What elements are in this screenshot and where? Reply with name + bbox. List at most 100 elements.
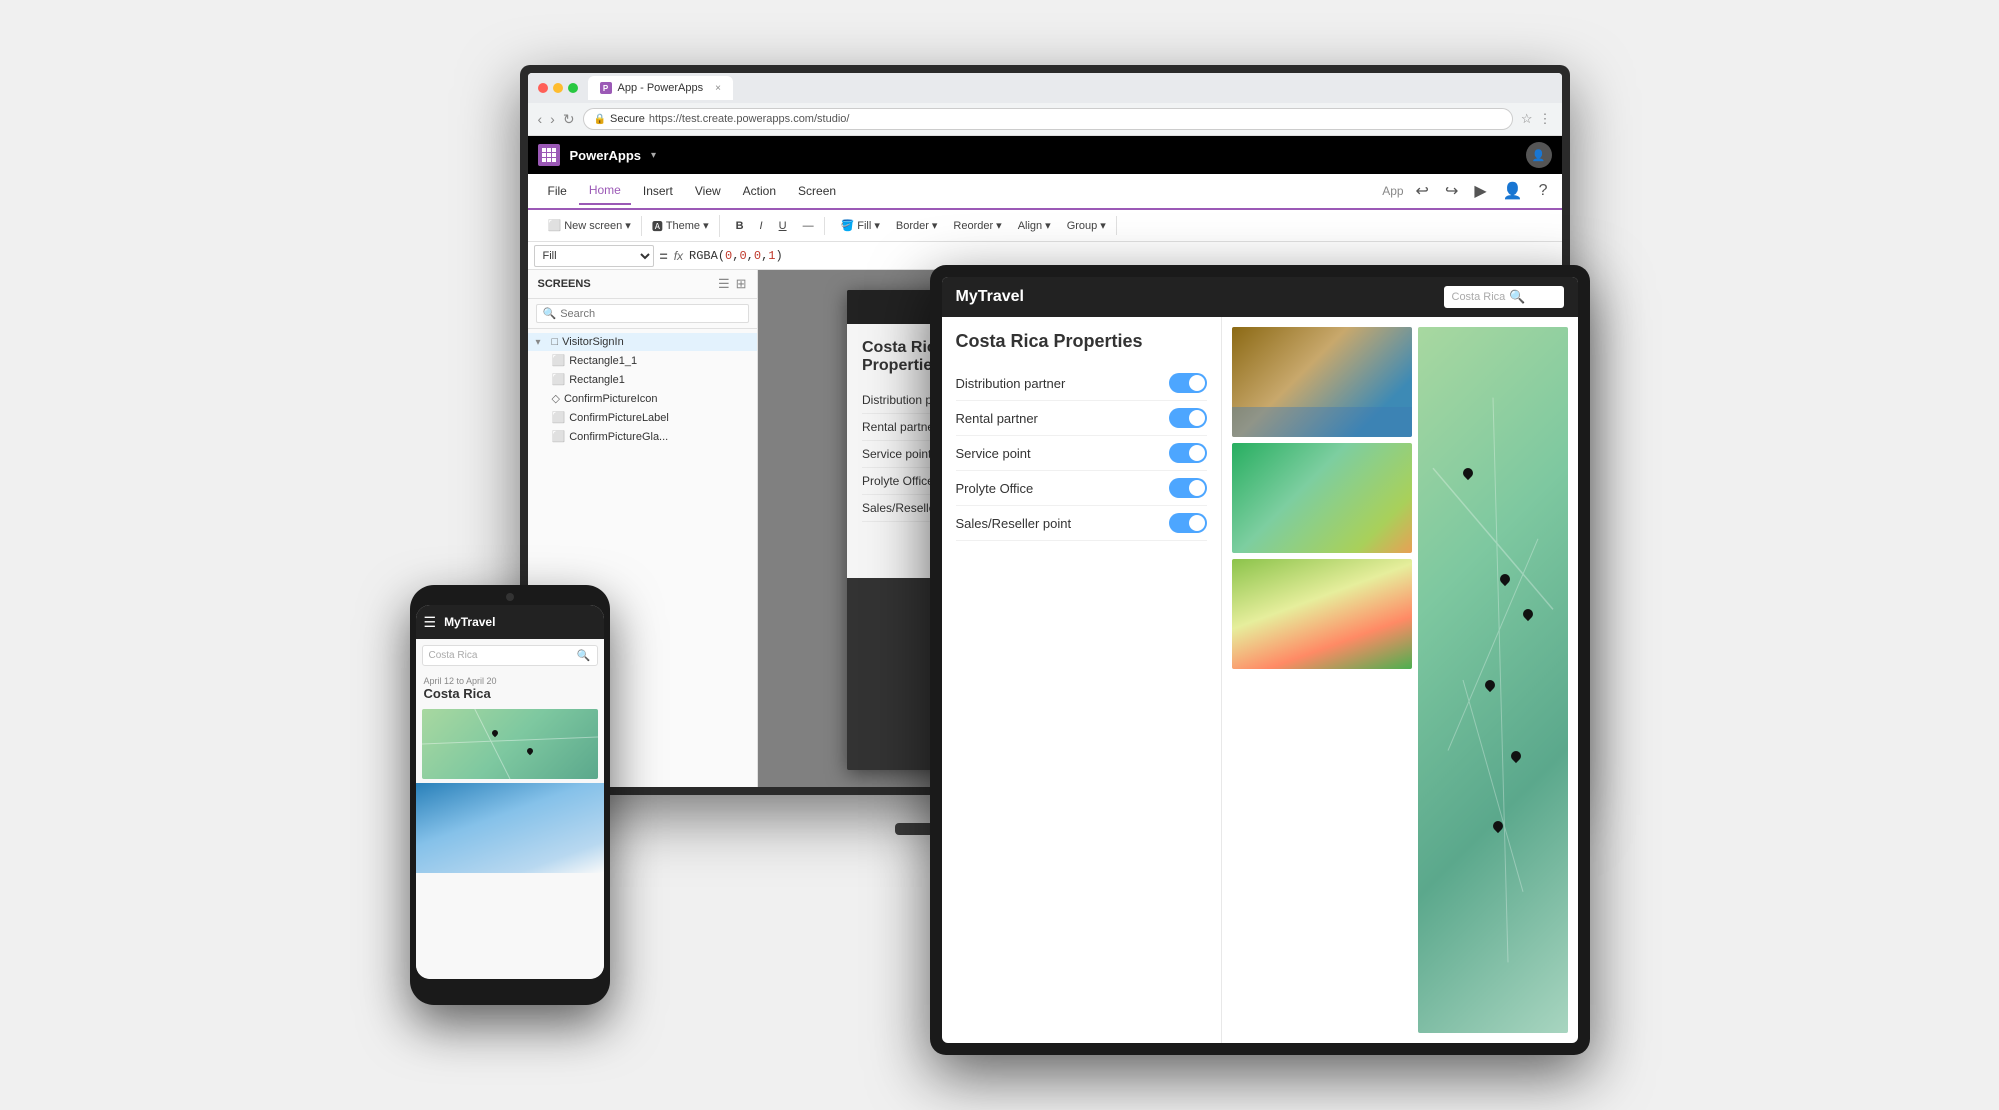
close-window-btn[interactable]: [538, 83, 548, 93]
menu-file[interactable]: File: [538, 178, 577, 204]
tablet-toggle-row-1: Rental partner: [956, 401, 1207, 436]
tree-label-rect1: Rectangle1_1: [569, 355, 637, 367]
grid-view-icon[interactable]: ⊞: [736, 276, 747, 292]
maximize-window-btn[interactable]: [568, 83, 578, 93]
tree-item-visitorsignin[interactable]: ▾ □ VisitorSignIn: [528, 333, 757, 351]
help-btn[interactable]: ?: [1535, 180, 1552, 202]
tablet-search-bar[interactable]: Costa Rica 🔍: [1444, 286, 1564, 308]
menu-view[interactable]: View: [685, 178, 731, 204]
undo-btn[interactable]: ↩: [1412, 179, 1433, 203]
browser-chrome: P App - PowerApps × ‹ › ↻ 🔒 Secure https…: [528, 73, 1562, 136]
tablet-section-title: Costa Rica Properties: [956, 331, 1207, 352]
tree-label-rect2: Rectangle1: [569, 374, 625, 386]
phone-search-placeholder: Costa Rica: [429, 650, 573, 661]
italic-label: I: [760, 220, 763, 232]
reorder-chevron: ▾: [996, 219, 1002, 232]
tree-item-confirmpicturegla[interactable]: ⬜ ConfirmPictureGla...: [528, 427, 757, 446]
tablet-toggle-3[interactable]: [1169, 478, 1207, 498]
tree-label-confirmpictureicon: ConfirmPictureIcon: [564, 393, 658, 405]
tree-item-rect1[interactable]: ⬜ Rectangle1_1: [528, 351, 757, 370]
menu-action[interactable]: Action: [733, 178, 786, 204]
phone-top-bar: ☰ MyTravel: [416, 605, 604, 639]
user-icon[interactable]: 👤: [1499, 179, 1527, 203]
user-avatar[interactable]: 👤: [1526, 142, 1552, 168]
search-wrap: 🔍: [536, 304, 749, 323]
list-view-icon[interactable]: ☰: [718, 276, 730, 292]
phone-camera: [506, 593, 514, 601]
more-icon[interactable]: ⋮: [1539, 111, 1552, 127]
fill-btn[interactable]: 🪣 Fill ▾: [835, 216, 886, 235]
tree-item-confirmpictureicon[interactable]: ◇ ConfirmPictureIcon: [528, 389, 757, 408]
align-chevron: ▾: [1045, 219, 1051, 232]
tree-screen-icon: □: [552, 336, 559, 348]
fill-chevron: ▾: [874, 219, 880, 232]
phone-date-section: April 12 to April 20 Costa Rica: [416, 672, 604, 705]
tablet-toggle-label-3: Prolyte Office: [956, 481, 1034, 496]
tab-title: App - PowerApps: [618, 82, 704, 94]
tablet-toggle-2[interactable]: [1169, 443, 1207, 463]
bookmark-icon[interactable]: ☆: [1521, 111, 1533, 127]
theme-chevron: ▾: [703, 219, 709, 232]
theme-icon: 🅰: [652, 218, 663, 234]
tree-item-rect2[interactable]: ⬜ Rectangle1: [528, 370, 757, 389]
tablet-toggle-4[interactable]: [1169, 513, 1207, 533]
menu-insert[interactable]: Insert: [633, 178, 683, 204]
play-btn[interactable]: ▶: [1470, 179, 1490, 203]
group-btn[interactable]: Group ▾: [1061, 216, 1112, 235]
tablet-toggle-row-2: Service point: [956, 436, 1207, 471]
tablet-toggle-0[interactable]: [1169, 373, 1207, 393]
tablet-toggle-row-3: Prolyte Office: [956, 471, 1207, 506]
tablet-toggle-row-0: Distribution partner: [956, 366, 1207, 401]
tree-gla-icon: ⬜: [552, 430, 566, 443]
tablet-screen: MyTravel Costa Rica 🔍 Costa Rica Propert…: [942, 277, 1578, 1043]
phone-screen: ☰ MyTravel Costa Rica 🔍 April 12 to Apri…: [416, 605, 604, 979]
phone-body: Costa Rica 🔍 April 12 to April 20 Costa …: [416, 639, 604, 979]
italic-btn[interactable]: I: [754, 217, 769, 235]
bold-btn[interactable]: B: [730, 217, 750, 235]
browser-tab[interactable]: P App - PowerApps ×: [588, 76, 733, 100]
tablet-img-room: [1232, 559, 1412, 669]
new-screen-btn[interactable]: ⬜ New screen ▾: [542, 216, 637, 235]
phone-search[interactable]: Costa Rica 🔍: [422, 645, 598, 666]
minimize-window-btn[interactable]: [553, 83, 563, 93]
tablet-toggle-1[interactable]: [1169, 408, 1207, 428]
strikethrough-btn[interactable]: —: [797, 217, 820, 235]
theme-btn[interactable]: 🅰 Theme ▾: [646, 215, 715, 237]
formula-field-select[interactable]: Fill: [534, 245, 654, 267]
tab-close-btn[interactable]: ×: [715, 83, 721, 94]
phone-menu-icon[interactable]: ☰: [424, 614, 437, 631]
menu-home[interactable]: Home: [579, 177, 631, 205]
new-screen-chevron: ▾: [625, 219, 631, 232]
search-input[interactable]: [560, 308, 741, 320]
underline-label: U: [779, 220, 787, 232]
back-btn[interactable]: ‹: [538, 111, 543, 127]
address-bar[interactable]: 🔒 Secure https://test.create.powerapps.c…: [583, 108, 1513, 130]
tablet-top-bar: MyTravel Costa Rica 🔍: [942, 277, 1578, 317]
menu-bar: File Home Insert View Action Screen App …: [528, 174, 1562, 210]
tablet-toggle-label-4: Sales/Reseller point: [956, 516, 1072, 531]
waffle-icon[interactable]: [538, 144, 560, 166]
forward-btn[interactable]: ›: [550, 111, 555, 127]
group-chevron: ▾: [1100, 219, 1106, 232]
redo-btn[interactable]: ↪: [1441, 179, 1462, 203]
sidebar-header: Screens ☰ ⊞: [528, 270, 757, 299]
tablet-toggle-label-1: Rental partner: [956, 411, 1038, 426]
align-btn[interactable]: Align ▾: [1012, 216, 1057, 235]
app-bar: PowerApps ▾ 👤: [528, 136, 1562, 174]
toggle-label-2: Service point: [862, 447, 931, 461]
sidebar-action-icons: ☰ ⊞: [718, 276, 747, 292]
search-icon: 🔍: [543, 307, 557, 320]
menu-screen[interactable]: Screen: [788, 178, 846, 204]
tablet-right-panel: [1222, 317, 1578, 1043]
tablet-img-deck: [1232, 327, 1412, 437]
underline-btn[interactable]: U: [773, 217, 793, 235]
fill-label: Fill: [857, 220, 871, 232]
phone-map-roads: [422, 709, 598, 779]
tree-item-confirmpicturelabel[interactable]: ⬜ ConfirmPictureLabel: [528, 408, 757, 427]
sidebar-title: Screens: [538, 278, 591, 290]
tablet-toggle-label-0: Distribution partner: [956, 376, 1066, 391]
phone-date-label: April 12 to April 20: [424, 676, 596, 686]
border-btn[interactable]: Border ▾: [890, 216, 944, 235]
reorder-btn[interactable]: Reorder ▾: [947, 216, 1007, 235]
refresh-btn[interactable]: ↻: [563, 111, 575, 128]
